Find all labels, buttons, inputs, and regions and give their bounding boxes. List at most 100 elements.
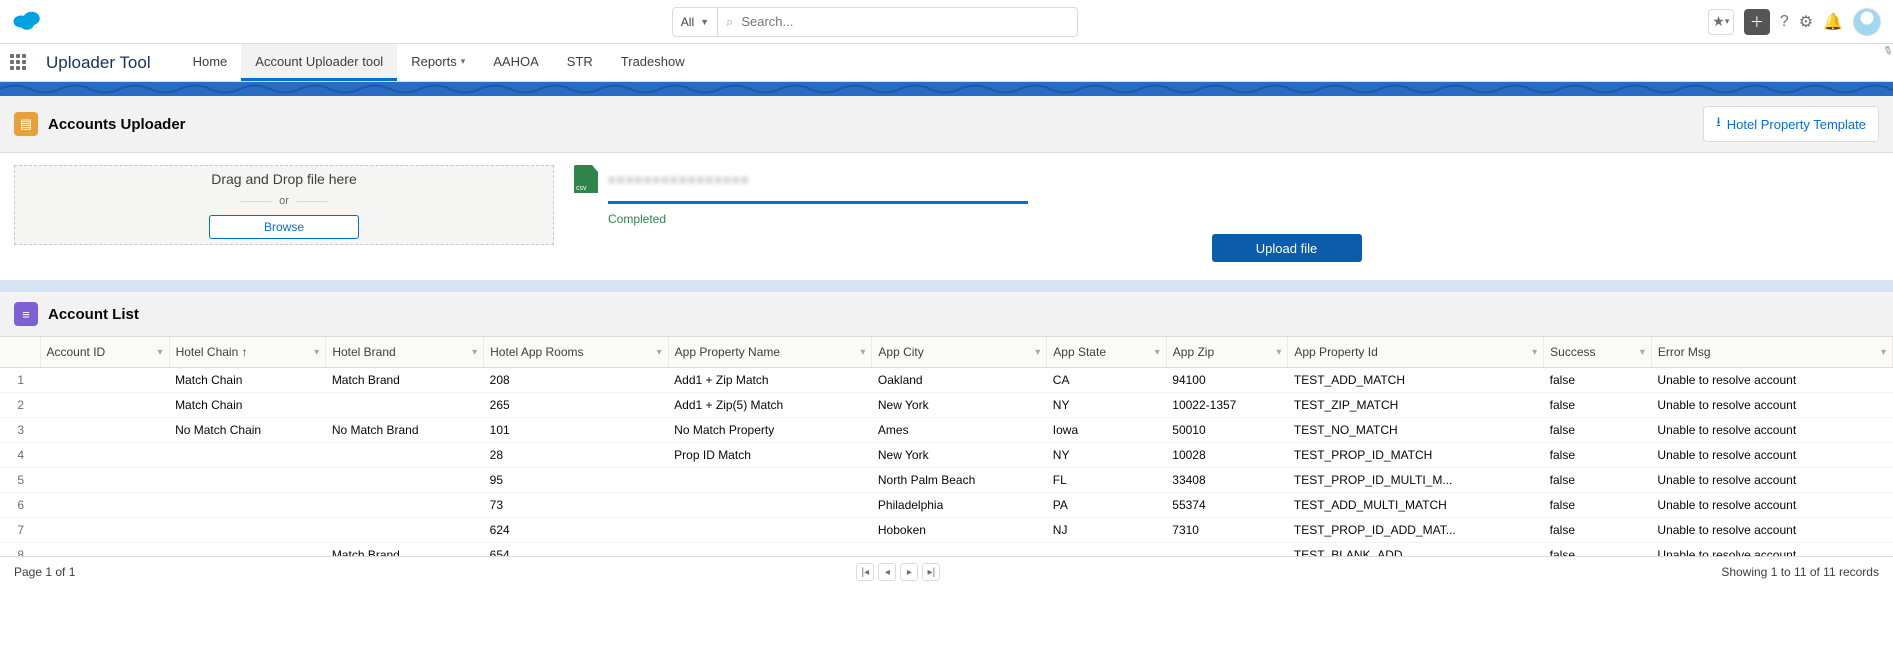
col-header-prop_id[interactable]: App Property Id▾ — [1288, 337, 1544, 368]
pager-prev-button[interactable]: ◂ — [878, 563, 896, 581]
col-header-label: App Property Id — [1294, 345, 1377, 359]
table-row[interactable]: 673PhiladelphiaPA55374TEST_ADD_MULTI_MAT… — [0, 493, 1893, 518]
col-header-label: Hotel Chain ↑ — [176, 345, 248, 359]
upload-file-button[interactable]: Upload file — [1212, 234, 1362, 262]
search-icon: ⌕ — [726, 14, 733, 30]
col-header-zip[interactable]: App Zip▾ — [1166, 337, 1288, 368]
browse-button[interactable]: Browse — [209, 215, 359, 239]
download-icon: ⭳ — [1716, 113, 1721, 135]
col-header-rooms[interactable]: Hotel App Rooms▾ — [484, 337, 669, 368]
col-header-success[interactable]: Success▾ — [1544, 337, 1652, 368]
cell-hotel_brand — [326, 493, 484, 518]
bell-icon[interactable]: 🔔 — [1823, 12, 1843, 32]
account-table-wrap[interactable]: Account ID▾ Hotel Chain ↑ ▾ Hotel Brand▾Hot… — [0, 336, 1893, 556]
chevron-down-icon: ▾ — [860, 347, 865, 358]
nav-tab-label: AAHOA — [493, 54, 539, 69]
cell-hotel_chain — [169, 518, 326, 543]
nav-tab-reports[interactable]: Reports▾ — [397, 44, 479, 81]
cell-account_id — [40, 393, 169, 418]
cell-error: Unable to resolve account — [1651, 393, 1892, 418]
cell-city — [872, 543, 1047, 557]
gear-icon[interactable]: ⚙ — [1799, 12, 1813, 32]
avatar[interactable] — [1853, 8, 1881, 36]
cell-rooms: 28 — [484, 443, 669, 468]
chevron-down-icon: ▾ — [1155, 347, 1160, 358]
search-box[interactable]: ⌕ — [718, 7, 1078, 37]
cell-account_id — [40, 468, 169, 493]
pager-next-button[interactable]: ▸ — [900, 563, 918, 581]
col-header-label: Error Msg — [1658, 345, 1711, 359]
col-header-prop_name[interactable]: App Property Name▾ — [668, 337, 872, 368]
nav-tab-home[interactable]: Home — [179, 44, 242, 81]
table-row[interactable]: 428Prop ID MatchNew YorkNY10028TEST_PROP… — [0, 443, 1893, 468]
uploader-card-icon: ▤ — [14, 112, 38, 136]
uploaded-file-name: ■■■■■■■■■■■■■■■■ — [608, 172, 750, 187]
cell-hotel_brand — [326, 518, 484, 543]
cell-state: NY — [1047, 393, 1167, 418]
table-row[interactable]: 7624HobokenNJ7310TEST_PROP_ID_ADD_MAT...… — [0, 518, 1893, 543]
table-row[interactable]: 8Match Brand654TEST_BLANK_ADDfalseUnable… — [0, 543, 1893, 557]
cell-prop_id: TEST_NO_MATCH — [1288, 418, 1544, 443]
cell-zip — [1166, 543, 1288, 557]
hotel-property-template-button[interactable]: ⭳ Hotel Property Template — [1703, 106, 1879, 142]
pager-bar: Page 1 of 1 |◂ ◂ ▸ ▸| Showing 1 to 11 of… — [0, 556, 1893, 587]
cell-account_id — [40, 443, 169, 468]
records-indicator: Showing 1 to 11 of 11 records — [1721, 565, 1879, 579]
app-launcher-icon[interactable] — [10, 54, 28, 72]
add-button[interactable]: ＋ — [1744, 9, 1770, 35]
search-scope-select[interactable]: All ▼ — [672, 7, 718, 37]
cell-hotel_chain: Match Chain — [169, 393, 326, 418]
cell-hotel_brand — [326, 443, 484, 468]
table-row[interactable]: 1Match ChainMatch Brand208Add1 + Zip Mat… — [0, 368, 1893, 393]
cell-idx: 8 — [0, 543, 40, 557]
cell-hotel_brand: No Match Brand — [326, 418, 484, 443]
table-row[interactable]: 3No Match ChainNo Match Brand101No Match… — [0, 418, 1893, 443]
cell-zip: 33408 — [1166, 468, 1288, 493]
cell-hotel_brand: Match Brand — [326, 368, 484, 393]
col-header-hotel_brand[interactable]: Hotel Brand▾ — [326, 337, 484, 368]
cell-success: false — [1544, 518, 1652, 543]
dropzone-text: Drag and Drop file here — [211, 171, 357, 187]
col-header-state[interactable]: App State▾ — [1047, 337, 1167, 368]
nav-tab-aahoa[interactable]: AAHOA — [479, 44, 553, 81]
cell-rooms: 101 — [484, 418, 669, 443]
nav-tab-account-uploader-tool[interactable]: Account Uploader tool — [241, 44, 397, 81]
cell-error: Unable to resolve account — [1651, 418, 1892, 443]
col-header-account_id[interactable]: Account ID▾ — [40, 337, 169, 368]
cell-city: Philadelphia — [872, 493, 1047, 518]
dropzone-or-text: or — [241, 195, 327, 207]
chevron-down-icon: ▾ — [158, 347, 163, 358]
cell-idx: 2 — [0, 393, 40, 418]
favorites-button[interactable]: ★▾ — [1708, 9, 1734, 35]
cell-hotel_chain: Match Chain — [169, 368, 326, 393]
nav-tab-tradeshow[interactable]: Tradeshow — [607, 44, 699, 81]
cell-state: NJ — [1047, 518, 1167, 543]
cell-rooms: 73 — [484, 493, 669, 518]
col-header-hotel_chain[interactable]: Hotel Chain ↑ ▾ — [169, 337, 326, 368]
nav-tab-label: Home — [193, 54, 228, 69]
global-search: All ▼ ⌕ — [672, 7, 1078, 37]
cell-zip: 10022-1357 — [1166, 393, 1288, 418]
col-header-idx[interactable] — [0, 337, 40, 368]
table-row[interactable]: 595North Palm BeachFL33408TEST_PROP_ID_M… — [0, 468, 1893, 493]
salesforce-logo[interactable] — [12, 9, 42, 34]
pager-last-button[interactable]: ▸| — [922, 563, 940, 581]
chevron-down-icon: ▾ — [314, 347, 319, 358]
chevron-down-icon: ▾ — [1640, 347, 1645, 358]
search-scope-label: All — [681, 15, 694, 29]
app-name: Uploader Tool — [46, 53, 151, 73]
cell-error: Unable to resolve account — [1651, 518, 1892, 543]
nav-tab-str[interactable]: STR — [553, 44, 607, 81]
table-row[interactable]: 2Match Chain265Add1 + Zip(5) MatchNew Yo… — [0, 393, 1893, 418]
pager-first-button[interactable]: |◂ — [856, 563, 874, 581]
chevron-down-icon: ▾ — [1881, 347, 1886, 358]
chevron-down-icon: ▾ — [461, 56, 466, 67]
search-input[interactable] — [741, 14, 1069, 29]
cell-success: false — [1544, 468, 1652, 493]
cell-prop_name: Add1 + Zip(5) Match — [668, 393, 872, 418]
col-header-error[interactable]: Error Msg ▾ — [1651, 337, 1892, 368]
col-header-city[interactable]: App City▾ — [872, 337, 1047, 368]
file-dropzone[interactable]: Drag and Drop file here or Browse — [14, 165, 554, 245]
help-icon[interactable]: ? — [1780, 13, 1789, 31]
cell-rooms: 265 — [484, 393, 669, 418]
